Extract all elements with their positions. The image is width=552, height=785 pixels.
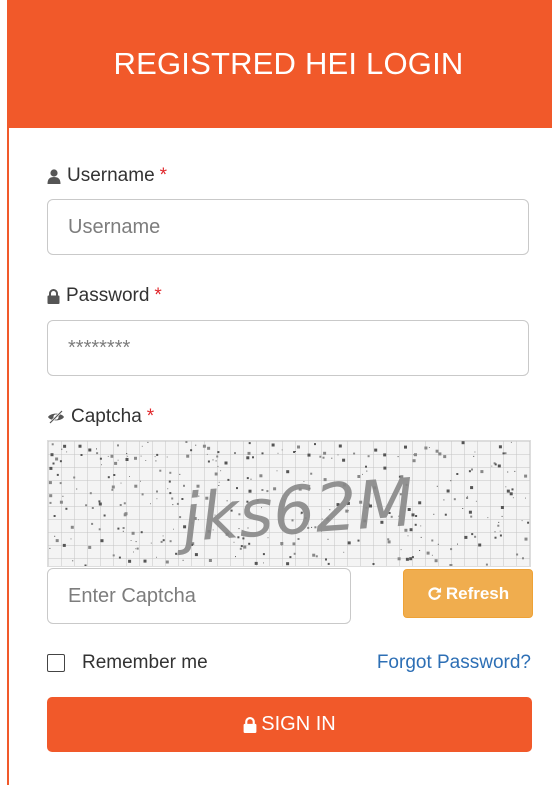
sign-in-button[interactable]: SIGN IN bbox=[47, 697, 532, 752]
username-input[interactable] bbox=[47, 199, 529, 255]
captcha-label-row: Captcha * bbox=[47, 406, 154, 428]
password-label-row: Password * bbox=[47, 285, 162, 307]
user-icon bbox=[47, 168, 61, 184]
lock-icon bbox=[47, 288, 60, 304]
username-label-row: Username * bbox=[47, 165, 167, 187]
refresh-captcha-button[interactable]: Refresh bbox=[403, 569, 533, 618]
remember-me-checkbox[interactable] bbox=[47, 654, 65, 672]
captcha-input[interactable] bbox=[47, 568, 351, 624]
captcha-noise: jks62M bbox=[48, 441, 530, 566]
captcha-image: jks62M bbox=[47, 440, 531, 567]
username-label: Username bbox=[67, 165, 155, 186]
refresh-icon bbox=[427, 586, 442, 601]
required-mark: * bbox=[154, 285, 162, 306]
lock-icon bbox=[243, 716, 257, 733]
required-mark: * bbox=[159, 165, 168, 186]
login-header: REGISTRED HEI LOGIN bbox=[9, 0, 552, 128]
required-mark: * bbox=[146, 406, 155, 427]
password-label: Password bbox=[66, 285, 150, 306]
eye-slash-icon bbox=[47, 410, 65, 424]
sign-in-label: SIGN IN bbox=[261, 713, 336, 735]
refresh-label: Refresh bbox=[445, 583, 510, 603]
password-input[interactable] bbox=[47, 320, 529, 376]
page-title: REGISTRED HEI LOGIN bbox=[113, 46, 464, 81]
remember-me[interactable]: Remember me bbox=[47, 652, 208, 674]
forgot-password-link[interactable]: Forgot Password? bbox=[377, 652, 531, 674]
captcha-label: Captcha bbox=[71, 406, 142, 427]
remember-me-label: Remember me bbox=[82, 652, 208, 673]
